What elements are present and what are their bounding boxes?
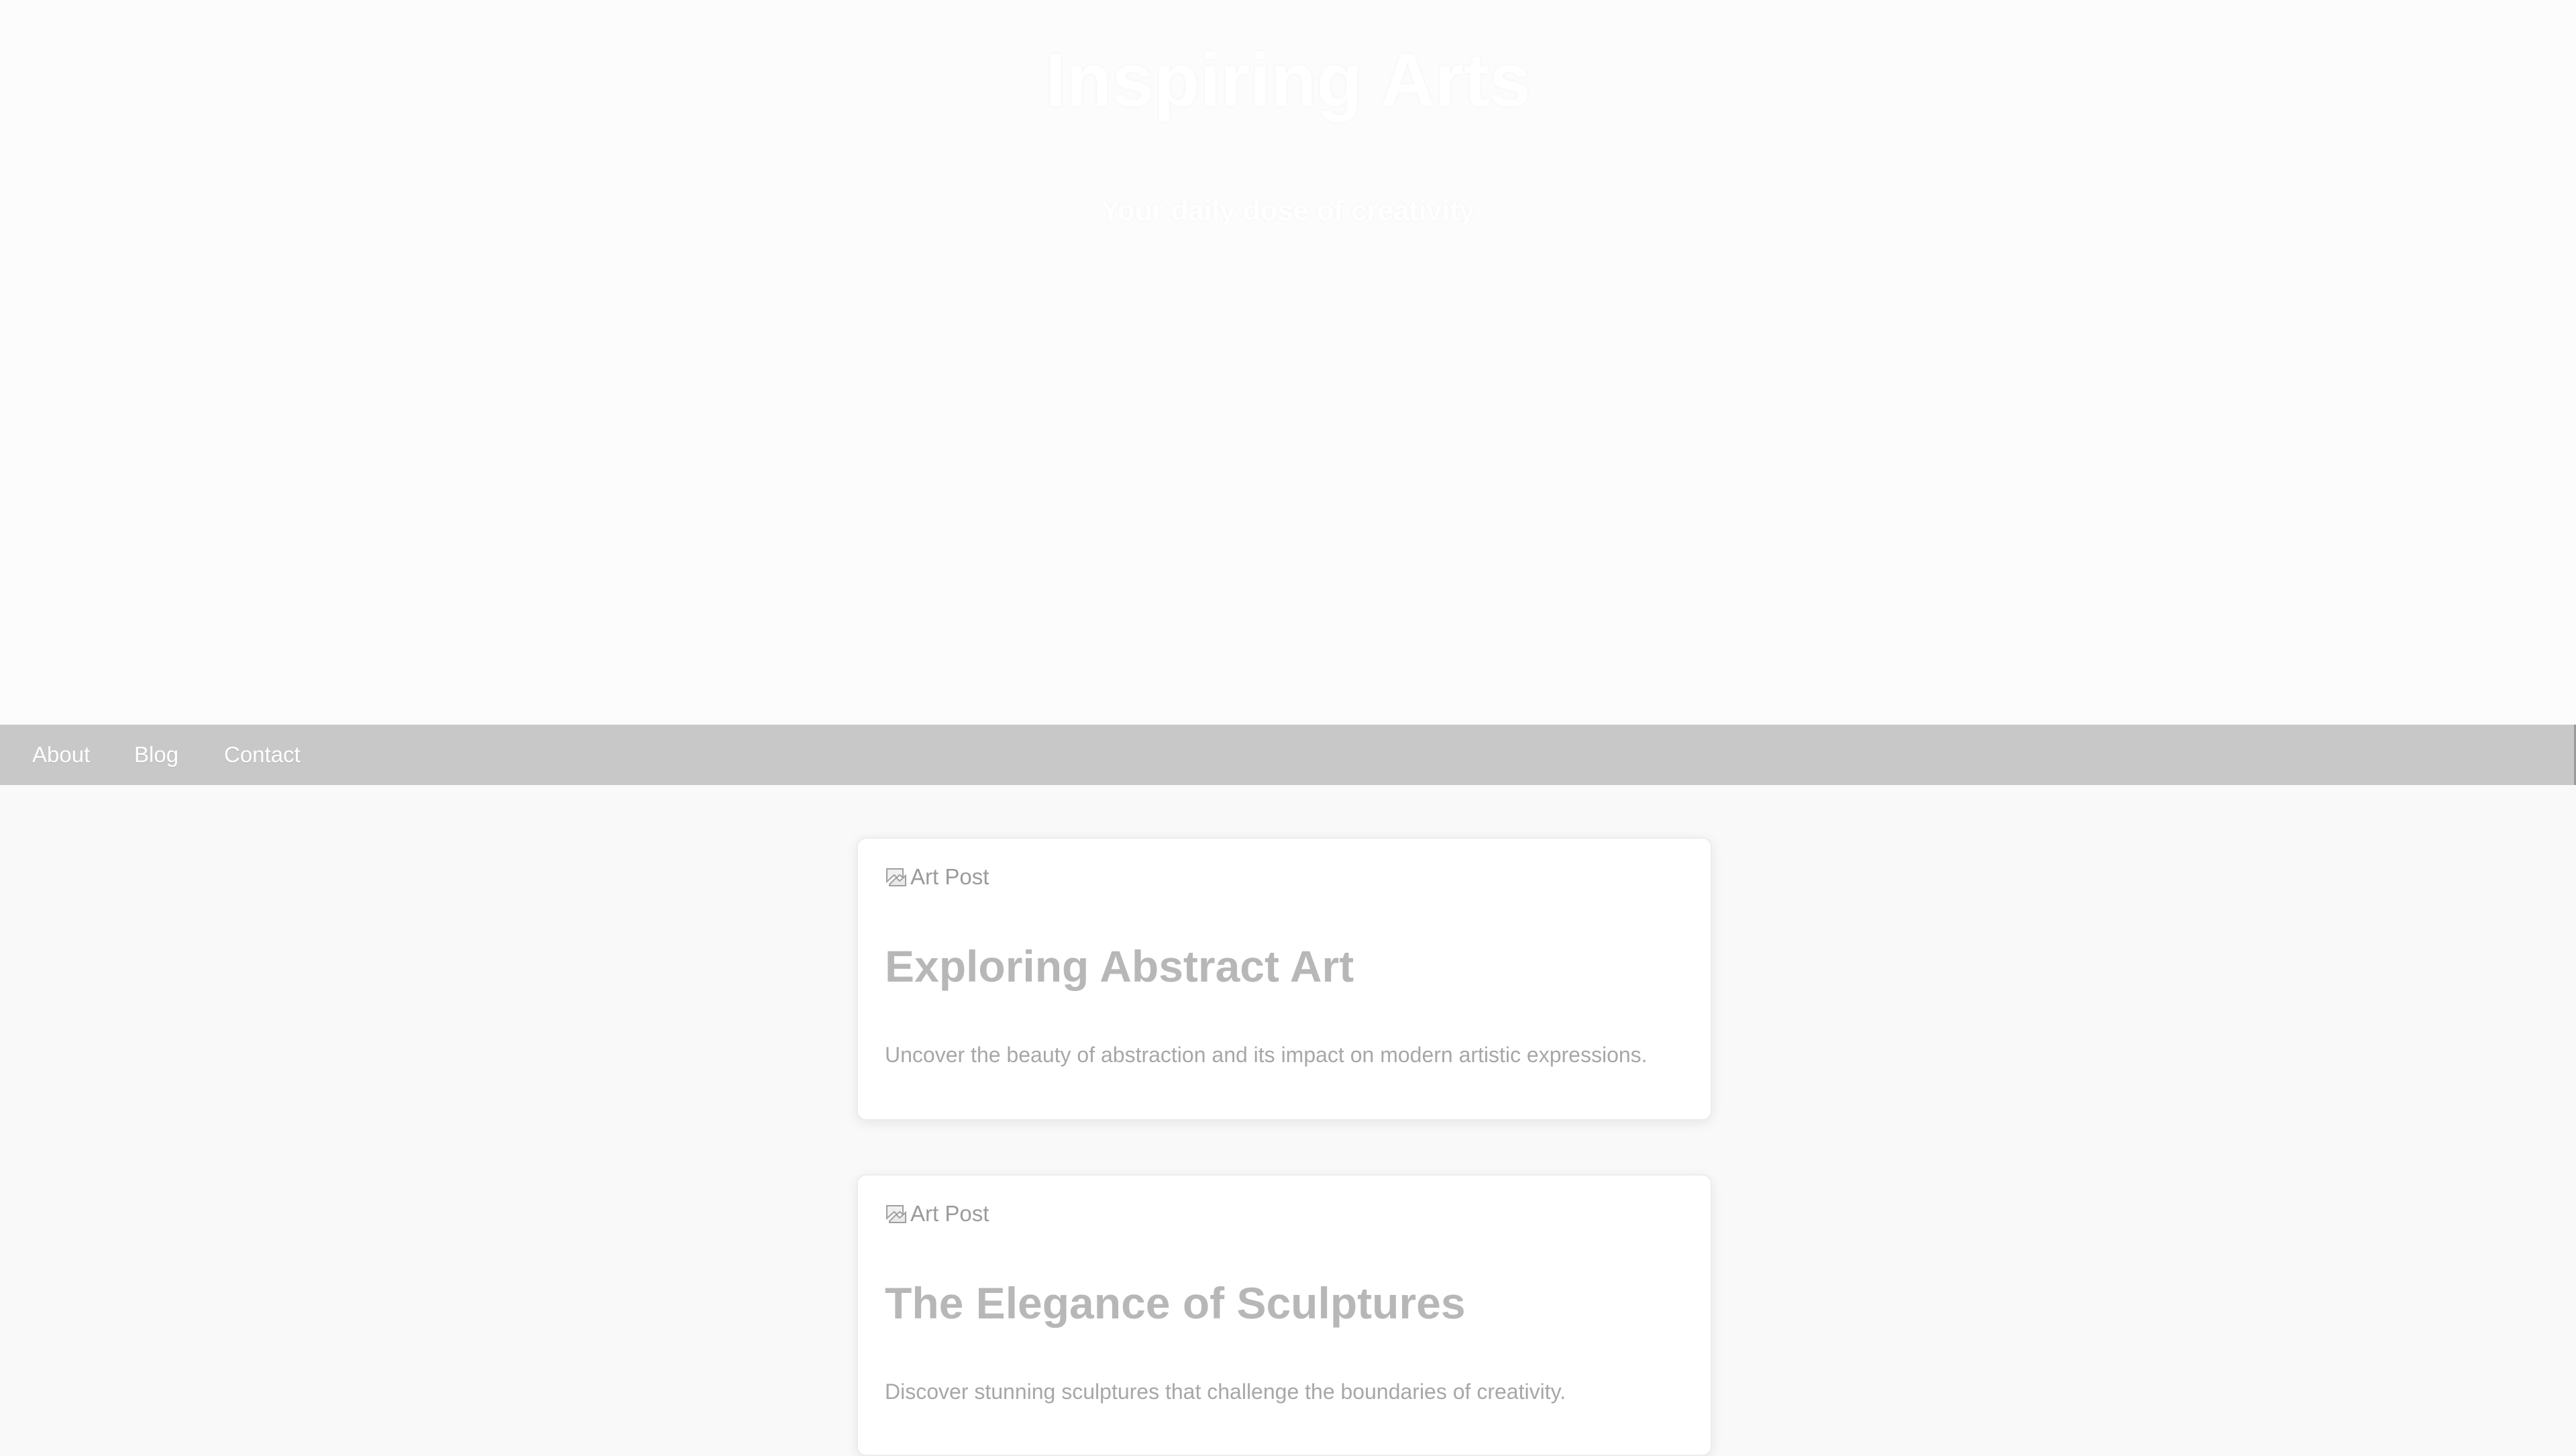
site-subtitle: Your daily dose of creativity [1101, 195, 1475, 226]
blog-post-card[interactable]: Art Post Exploring Abstract Art Uncover … [857, 837, 1712, 1121]
nav-link-blog[interactable]: Blog [134, 725, 178, 785]
blog-post-list: Art Post Exploring Abstract Art Uncover … [0, 785, 2576, 1456]
site-title: Inspiring Arts [1045, 38, 1531, 122]
post-title[interactable]: Exploring Abstract Art [885, 941, 1354, 992]
main-navigation: About Blog Contact [0, 725, 2576, 785]
hero-header: Inspiring Arts Your daily dose of creati… [0, 0, 2576, 725]
post-image-alt-text: Art Post [910, 864, 989, 889]
blog-post-card[interactable]: Art Post The Elegance of Sculptures Disc… [857, 1174, 1712, 1456]
post-image-alt-text: Art Post [910, 1201, 989, 1226]
post-title[interactable]: The Elegance of Sculptures [885, 1278, 1466, 1329]
nav-link-contact[interactable]: Contact [224, 725, 301, 785]
broken-image-icon [886, 868, 906, 886]
broken-image-icon [886, 1205, 906, 1223]
post-summary: Discover stunning sculptures that challe… [885, 1380, 1566, 1404]
post-image: Art Post [885, 1201, 989, 1227]
post-image: Art Post [885, 864, 989, 890]
nav-link-about[interactable]: About [32, 725, 90, 785]
post-summary: Uncover the beauty of abstraction and it… [885, 1043, 1648, 1067]
